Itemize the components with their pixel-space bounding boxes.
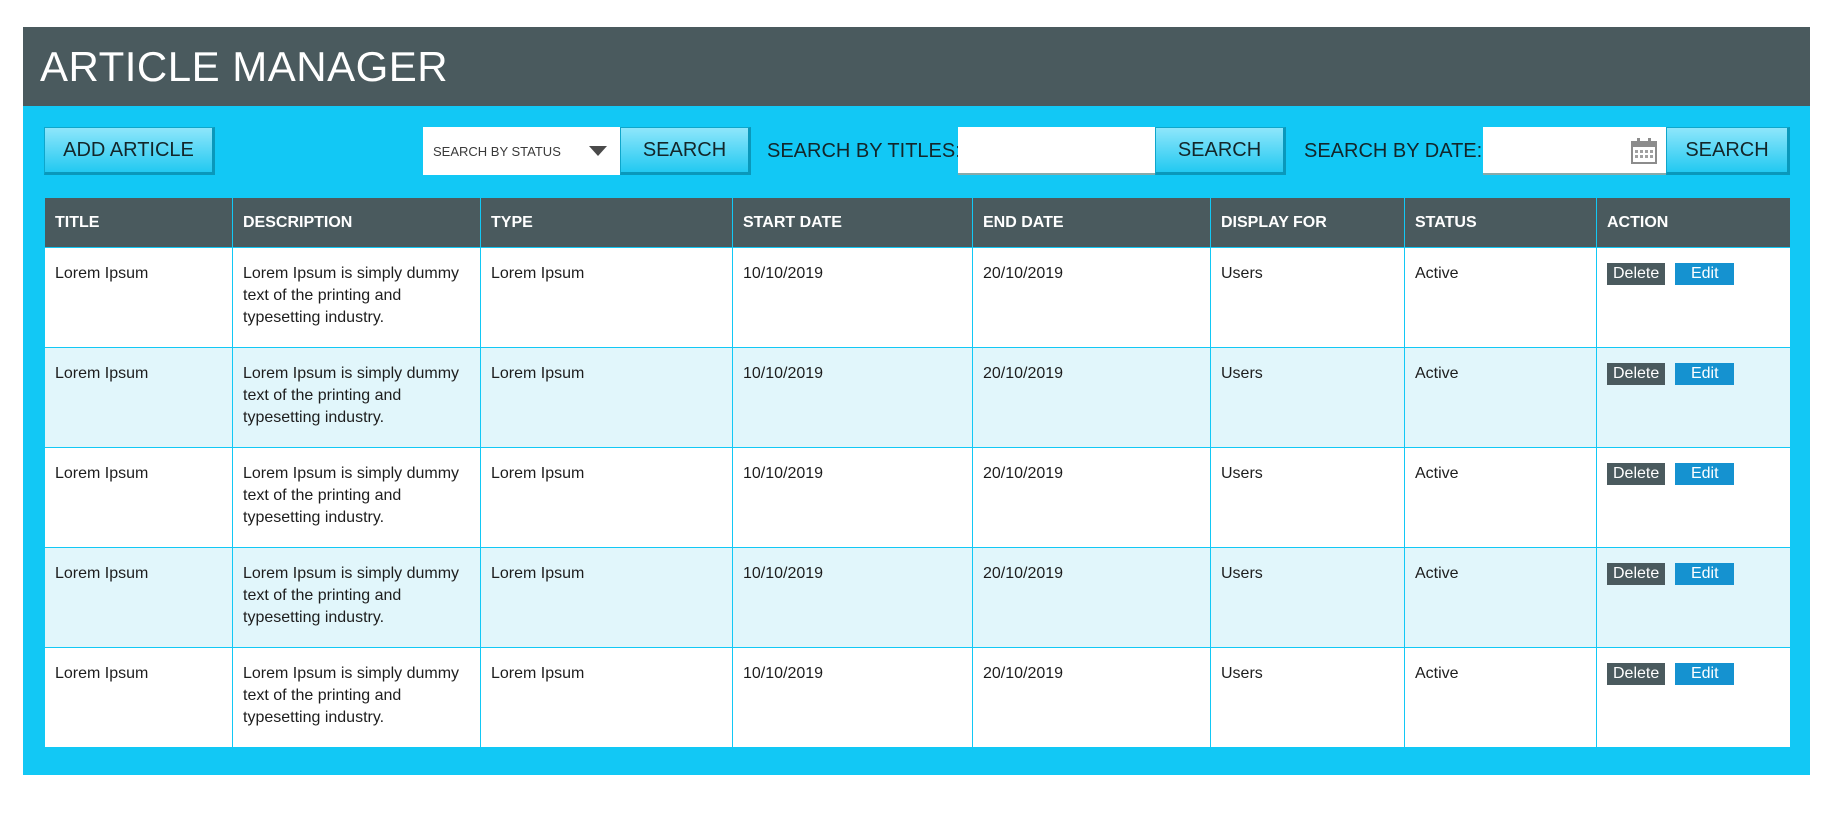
cell-action: Delete Edit [1596,347,1791,448]
column-header-end-date: END DATE [972,197,1211,248]
delete-button[interactable]: Delete [1607,463,1666,485]
column-header-description: DESCRIPTION [232,197,481,248]
column-header-display-for: DISPLAY FOR [1210,197,1405,248]
cell-start-date: 10/10/2019 [732,347,973,448]
column-header-status: STATUS [1404,197,1597,248]
status-select-value: SEARCH BY STATUS [433,143,561,159]
cell-title: Lorem Ipsum [44,347,233,448]
articles-table: TITLE DESCRIPTION TYPE START DATE END DA… [44,197,1791,748]
calendar-icon[interactable] [1630,137,1658,165]
date-field[interactable] [1483,127,1668,175]
edit-button[interactable]: Edit [1675,263,1735,285]
cell-type: Lorem Ipsum [480,547,733,648]
cell-end-date: 20/10/2019 [972,247,1211,348]
search-status-button[interactable]: SEARCH [620,127,751,175]
cell-description: Lorem Ipsum is simply dummy text of the … [232,347,481,448]
table-row: Lorem Ipsum Lorem Ipsum is simply dummy … [44,547,1791,648]
column-header-type: TYPE [480,197,733,248]
delete-button[interactable]: Delete [1607,363,1666,385]
table-row: Lorem Ipsum Lorem Ipsum is simply dummy … [44,647,1791,748]
edit-button[interactable]: Edit [1675,363,1735,385]
search-date-button[interactable]: SEARCH [1666,127,1790,175]
edit-button[interactable]: Edit [1675,463,1735,485]
cell-end-date: 20/10/2019 [972,347,1211,448]
edit-button[interactable]: Edit [1675,563,1735,585]
app-header: ARTICLE MANAGER [23,27,1810,106]
status-select[interactable]: SEARCH BY STATUS [423,127,620,175]
chevron-down-icon [589,146,607,156]
cell-type: Lorem Ipsum [480,347,733,448]
cell-end-date: 20/10/2019 [972,647,1211,748]
cell-type: Lorem Ipsum [480,247,733,348]
delete-button[interactable]: Delete [1607,663,1666,685]
search-titles-input[interactable] [958,127,1155,175]
table-header-row: TITLE DESCRIPTION TYPE START DATE END DA… [44,197,1791,248]
cell-start-date: 10/10/2019 [732,447,973,548]
cell-end-date: 20/10/2019 [972,447,1211,548]
cell-title: Lorem Ipsum [44,447,233,548]
cell-status: Active [1404,447,1597,548]
table-row: Lorem Ipsum Lorem Ipsum is simply dummy … [44,447,1791,548]
cell-description: Lorem Ipsum is simply dummy text of the … [232,647,481,748]
cell-status: Active [1404,647,1597,748]
cell-display-for: Users [1210,247,1405,348]
cell-action: Delete Edit [1596,647,1791,748]
add-article-button[interactable]: ADD ARTICLE [44,127,215,175]
cell-status: Active [1404,247,1597,348]
cell-description: Lorem Ipsum is simply dummy text of the … [232,447,481,548]
cell-action: Delete Edit [1596,447,1791,548]
cell-type: Lorem Ipsum [480,647,733,748]
cell-display-for: Users [1210,447,1405,548]
cell-start-date: 10/10/2019 [732,247,973,348]
cell-title: Lorem Ipsum [44,647,233,748]
table-row: Lorem Ipsum Lorem Ipsum is simply dummy … [44,247,1791,348]
table-row: Lorem Ipsum Lorem Ipsum is simply dummy … [44,347,1791,448]
column-header-start-date: START DATE [732,197,973,248]
cell-display-for: Users [1210,647,1405,748]
cell-status: Active [1404,347,1597,448]
cell-start-date: 10/10/2019 [732,647,973,748]
cell-action: Delete Edit [1596,247,1791,348]
cell-status: Active [1404,547,1597,648]
search-titles-label: SEARCH BY TITLES: [767,140,961,162]
delete-button[interactable]: Delete [1607,263,1666,285]
page-title: ARTICLE MANAGER [40,42,449,90]
cell-description: Lorem Ipsum is simply dummy text of the … [232,547,481,648]
column-header-title: TITLE [44,197,233,248]
cell-title: Lorem Ipsum [44,547,233,648]
cell-start-date: 10/10/2019 [732,547,973,648]
article-manager-panel: ARTICLE MANAGER ADD ARTICLE SEARCH BY ST… [23,27,1810,775]
cell-display-for: Users [1210,547,1405,648]
search-titles-button[interactable]: SEARCH [1155,127,1286,175]
cell-display-for: Users [1210,347,1405,448]
search-date-label: SEARCH BY DATE: [1304,140,1483,162]
edit-button[interactable]: Edit [1675,663,1735,685]
column-header-action: ACTION [1596,197,1791,248]
cell-title: Lorem Ipsum [44,247,233,348]
cell-type: Lorem Ipsum [480,447,733,548]
cell-description: Lorem Ipsum is simply dummy text of the … [232,247,481,348]
cell-end-date: 20/10/2019 [972,547,1211,648]
cell-action: Delete Edit [1596,547,1791,648]
delete-button[interactable]: Delete [1607,563,1666,585]
